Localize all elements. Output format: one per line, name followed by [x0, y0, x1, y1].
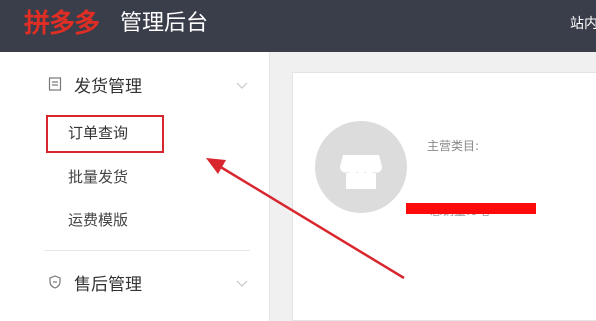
- sidebar-section-shipping[interactable]: 发货管理: [48, 72, 142, 97]
- store-avatar[interactable]: [315, 121, 407, 213]
- sidebar-section-title: 售后管理: [74, 274, 142, 295]
- main-category-label: 主营类目:: [427, 139, 480, 153]
- sidebar-item-order-search[interactable]: 订单查询: [68, 123, 128, 143]
- top-nav-link[interactable]: 站内: [570, 14, 596, 34]
- sidebar-item-batch-shipping[interactable]: 批量发货: [68, 167, 128, 187]
- sidebar-divider: [44, 250, 250, 251]
- chevron-down-icon[interactable]: [236, 79, 248, 91]
- admin-page: 拼多多 管理后台 站内 发货管理 订单查询 批量发货 运费模版 售后管理 主营类…: [0, 0, 596, 321]
- store-icon: [340, 155, 382, 189]
- brand-suffix: 管理后台: [120, 11, 209, 36]
- sidebar-section-title: 发货管理: [74, 76, 142, 97]
- shield-icon: [49, 275, 61, 289]
- sidebar-item-shipping-template[interactable]: 运费模版: [68, 210, 128, 230]
- chevron-down-icon[interactable]: [236, 277, 248, 289]
- brand-logo[interactable]: 拼多多: [24, 6, 100, 42]
- top-navbar: 拼多多 管理后台 站内: [0, 0, 596, 52]
- sidebar-section-after-sales[interactable]: 售后管理: [48, 270, 142, 295]
- document-icon: [48, 77, 62, 91]
- redaction-bar: [406, 203, 536, 214]
